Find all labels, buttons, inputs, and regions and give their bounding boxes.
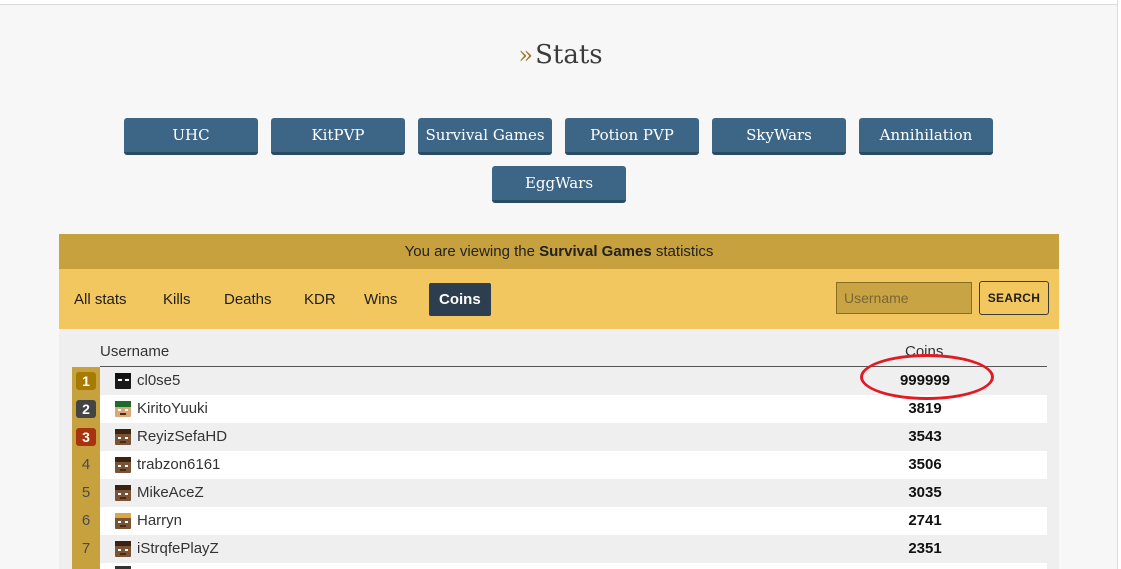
rank-number: 5: [81, 484, 91, 501]
game-button-kitpvp[interactable]: KitPVP: [271, 118, 405, 155]
game-button-skywars[interactable]: SkyWars: [712, 118, 846, 155]
tab-wins[interactable]: Wins: [364, 283, 397, 316]
coins-value: 3543: [908, 428, 942, 445]
banner-game: Survival Games: [539, 243, 652, 260]
avatar: [115, 513, 131, 529]
tab-deaths[interactable]: Deaths: [224, 283, 272, 316]
game-button-uhc[interactable]: UHC: [124, 118, 258, 155]
rank-badge-bronze: 3: [76, 428, 96, 446]
username-link[interactable]: ReyizSefaHD: [137, 423, 227, 451]
rank-number: 6: [81, 512, 91, 529]
page-title-text: Stats: [535, 40, 603, 70]
avatar: [115, 541, 131, 557]
table-row-partial: [100, 563, 1047, 569]
username-link[interactable]: trabzon6161: [137, 451, 220, 479]
coins-value: 999999: [899, 372, 951, 389]
coins-value: 3035: [908, 484, 942, 501]
avatar: [115, 485, 131, 501]
username-link[interactable]: KiritoYuuki: [137, 395, 208, 423]
tab-kdr[interactable]: KDR: [304, 283, 336, 316]
column-header-coins: Coins: [905, 343, 944, 360]
title-chevron-icon: »: [518, 41, 534, 69]
coins-value: 2351: [908, 540, 942, 557]
game-button-survival-games[interactable]: Survival Games: [418, 118, 552, 155]
banner-prefix: You are viewing the: [404, 243, 540, 260]
rank-badge-gold: 1: [76, 372, 96, 390]
banner-suffix: statistics: [651, 243, 714, 260]
coins-value: 2741: [908, 512, 942, 529]
avatar: [115, 457, 131, 473]
username-link[interactable]: MikeAceZ: [137, 479, 204, 507]
search-button[interactable]: SEARCH: [979, 281, 1049, 315]
username-link[interactable]: cl0se5: [137, 367, 180, 395]
avatar: [115, 401, 131, 417]
tab-kills[interactable]: Kills: [163, 283, 191, 316]
tab-coins[interactable]: Coins: [429, 283, 491, 316]
viewing-banner: You are viewing the Survival Games stati…: [59, 234, 1059, 269]
filter-bar: All stats Kills Deaths KDR Wins Coins SE…: [59, 269, 1059, 329]
rank-number: 7: [81, 540, 91, 557]
username-link[interactable]: Harryn: [137, 507, 182, 535]
username-link[interactable]: iStrqfePlayZ: [137, 535, 219, 563]
game-button-annihilation[interactable]: Annihilation: [859, 118, 993, 155]
coins-value: 3819: [908, 400, 942, 417]
rank-badge-silver: 2: [76, 400, 96, 418]
coins-value: 3506: [908, 456, 942, 473]
top-border: [0, 0, 1121, 5]
column-header-username: Username: [100, 343, 170, 360]
game-button-eggwars[interactable]: EggWars: [492, 166, 626, 203]
avatar: [115, 429, 131, 445]
avatar: [115, 373, 131, 389]
page-title: »Stats: [0, 40, 1121, 70]
rank-number: 4: [81, 456, 91, 473]
game-button-potion-pvp[interactable]: Potion PVP: [565, 118, 699, 155]
tab-all-stats[interactable]: All stats: [74, 283, 127, 316]
page-right-border: [1117, 0, 1121, 569]
username-search-input[interactable]: [836, 282, 972, 314]
